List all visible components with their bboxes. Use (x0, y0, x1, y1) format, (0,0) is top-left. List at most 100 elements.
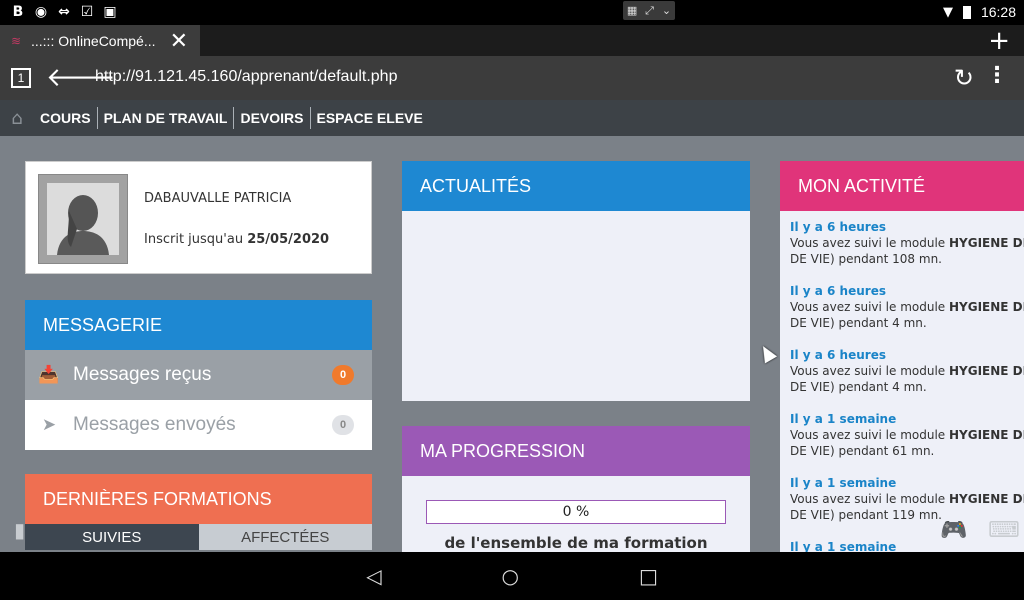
new-tab-icon[interactable]: + (988, 26, 1010, 56)
tab-title: ...::: OnlineCompé... (31, 32, 156, 49)
enrollment-date: 25/05/2020 (247, 232, 330, 247)
close-tab-icon[interactable]: ✕ (170, 28, 188, 54)
activity-prefix: Vous avez suivi le module (790, 428, 949, 442)
mic-icon[interactable]: ▮ (14, 518, 25, 542)
activity-item: Il y a 6 heures Vous avez suivi le module… (790, 283, 1024, 331)
formations-title: DERNIÈRES FORMATIONS (25, 474, 372, 524)
messages-received-row[interactable]: 📥 Messages reçus 0 (25, 350, 372, 400)
nav-devoirs[interactable]: DEVOIRS (234, 107, 311, 129)
activity-time[interactable]: Il y a 6 heures (790, 283, 1024, 299)
wifi-icon: ▼ (942, 4, 953, 20)
messages-sent-badge: 0 (332, 415, 354, 435)
android-nav-bar: ◁ ○ □ (0, 552, 1024, 600)
activity-item: Il y a 1 semaine Vous avez suivi le modul… (790, 411, 1024, 459)
dashboard-content: DABAUVALLE PATRICIA Inscrit jusqu'au 25/… (0, 136, 1024, 552)
activity-prefix: Vous avez suivi le module (790, 364, 949, 378)
activity-prefix: Vous avez suivi le module (790, 492, 949, 506)
clock: 16:28 (980, 4, 1016, 20)
home-circle-icon[interactable]: ○ (502, 564, 519, 588)
back-icon[interactable]: ◁ (366, 564, 381, 588)
activity-duration: DE VIE) pendant 61 mn. (790, 444, 935, 458)
activity-duration: DE VIE) pendant 4 mn. (790, 316, 927, 330)
activity-prefix: Vous avez suivi le module (790, 300, 949, 314)
grid-icon[interactable]: ▦ (627, 4, 637, 17)
tab-suivies[interactable]: SUIVIES (25, 524, 199, 550)
progress-bar: 0 % (426, 500, 726, 524)
activity-module: HYGIENE DE VI (949, 428, 1024, 442)
home-icon[interactable]: ⌂ (0, 100, 34, 136)
news-title: ACTUALITÉS (402, 161, 750, 211)
teamviewer-icon: ⇔ (58, 4, 70, 20)
activity-text: Vous avez suivi le module HYGIENE DE VI (790, 235, 1024, 251)
messages-sent-label: Messages envoyés (73, 414, 236, 435)
gamepad-icon[interactable]: 🎮 (940, 518, 967, 543)
browser-tab-bar: ≋ ...::: OnlineCompé... ✕ + (0, 25, 1024, 56)
screen-controls[interactable]: ▦ ⤢ ⌄ (623, 1, 675, 20)
user-silhouette-icon (57, 195, 109, 255)
inbox-icon: 📥 (38, 365, 60, 384)
site-nav: ⌂ COURS PLAN DE TRAVAIL DEVOIRS ESPACE E… (0, 100, 1024, 136)
activity-prefix: Vous avez suivi le module (790, 236, 949, 250)
enrollment-label: Inscrit jusqu'au (144, 232, 244, 247)
tab-affectees[interactable]: AFFECTÉES (198, 524, 372, 550)
activity-duration: DE VIE) pendant 4 mn. (790, 380, 927, 394)
fullscreen-icon[interactable]: ⤢ (645, 4, 654, 18)
favicon-icon: ≋ (11, 33, 22, 48)
notification-icons: B ◉ ⇔ ☑ ▣ (10, 4, 118, 20)
activity-time[interactable]: Il y a 1 semaine (790, 475, 1024, 491)
address-bar[interactable]: http://91.121.45.160/apprenant/default.p… (95, 68, 397, 86)
formations-panel: DERNIÈRES FORMATIONS SUIVIES AFFECTÉES (25, 474, 372, 550)
student-name: DABAUVALLE PATRICIA (144, 191, 292, 206)
b-icon: B (12, 4, 24, 20)
battery-icon (962, 5, 971, 19)
send-icon: ➤ (41, 415, 57, 434)
bag-icon: ▣ (103, 4, 117, 20)
progress-title: MA PROGRESSION (402, 426, 750, 476)
activity-item: Il y a 1 semaine Vous avez suivi le modul… (790, 475, 1024, 523)
chevron-down-icon[interactable]: ⌄ (662, 4, 671, 17)
recents-icon[interactable]: □ (639, 564, 658, 588)
activity-module: HYGIENE DE VI (949, 236, 1024, 250)
progress-caption: de l'ensemble de ma formation (444, 534, 708, 552)
activity-module: HYGIENE DE VI (949, 364, 1024, 378)
browser-toolbar: 1 🡐 http://91.121.45.160/apprenant/defau… (0, 56, 1024, 100)
messages-received-badge: 0 (332, 365, 354, 385)
activity-time[interactable]: Il y a 1 semaine (790, 411, 1024, 427)
system-icons: ▼ 16:28 (943, 4, 1016, 20)
nav-cours[interactable]: COURS (34, 107, 98, 129)
formations-tabs: SUIVIES AFFECTÉES (25, 524, 372, 550)
reload-icon[interactable]: ↻ (954, 64, 974, 92)
activity-item: Il y a 6 heures Vous avez suivi le module… (790, 347, 1024, 395)
messages-received-label: Messages reçus (73, 364, 212, 385)
keyboard-icon[interactable]: ⌨ (988, 518, 1020, 543)
activity-duration: DE VIE) pendant 108 mn. (790, 252, 942, 266)
activity-text: Vous avez suivi le module HYGIENE DE VI (790, 427, 1024, 443)
activity-item: Il y a 6 heures Vous avez suivi le module… (790, 219, 1024, 267)
profile-card: DABAUVALLE PATRICIA Inscrit jusqu'au 25/… (25, 161, 372, 274)
tab-count-button[interactable]: 1 (11, 68, 31, 88)
activity-panel: MON ACTIVITÉ Il y a 6 heures Vous avez su… (780, 161, 1024, 552)
browser-tab[interactable]: ≋ ...::: OnlineCompé... ✕ (0, 25, 200, 56)
activity-module: HYGIENE DE VI (949, 492, 1024, 506)
news-panel: ACTUALITÉS (402, 161, 750, 401)
activity-time[interactable]: Il y a 6 heures (790, 347, 1024, 363)
messages-sent-row[interactable]: ➤ Messages envoyés 0 (25, 400, 372, 450)
messagerie-panel: MESSAGERIE 📥 Messages reçus 0 ➤ Messages… (25, 300, 372, 450)
avatar (38, 174, 128, 264)
progress-value: 0 % (562, 504, 590, 520)
overflow-menu-icon[interactable]: ⋮ (986, 64, 1008, 88)
activity-module: HYGIENE DE VI (949, 300, 1024, 314)
messagerie-title: MESSAGERIE (25, 300, 372, 350)
clipboard-check-icon: ☑ (80, 4, 94, 20)
nav-espace-eleve[interactable]: ESPACE ELEVE (311, 107, 429, 129)
nav-plan-de-travail[interactable]: PLAN DE TRAVAIL (98, 107, 235, 129)
activity-title: MON ACTIVITÉ (780, 161, 1024, 211)
activity-text: Vous avez suivi le module HYGIENE DE VI (790, 299, 1024, 315)
progress-panel: MA PROGRESSION 0 % de l'ensemble de ma f… (402, 426, 750, 552)
activity-text: Vous avez suivi le module HYGIENE DE VI (790, 491, 1024, 507)
activity-text: Vous avez suivi le module HYGIENE DE VI (790, 363, 1024, 379)
activity-list: Il y a 6 heures Vous avez suivi le module… (780, 211, 1024, 552)
eye-icon: ◉ (34, 4, 48, 20)
activity-time[interactable]: Il y a 6 heures (790, 219, 1024, 235)
android-status-bar: B ◉ ⇔ ☑ ▣ ▦ ⤢ ⌄ ▼ 16:28 (0, 0, 1024, 25)
